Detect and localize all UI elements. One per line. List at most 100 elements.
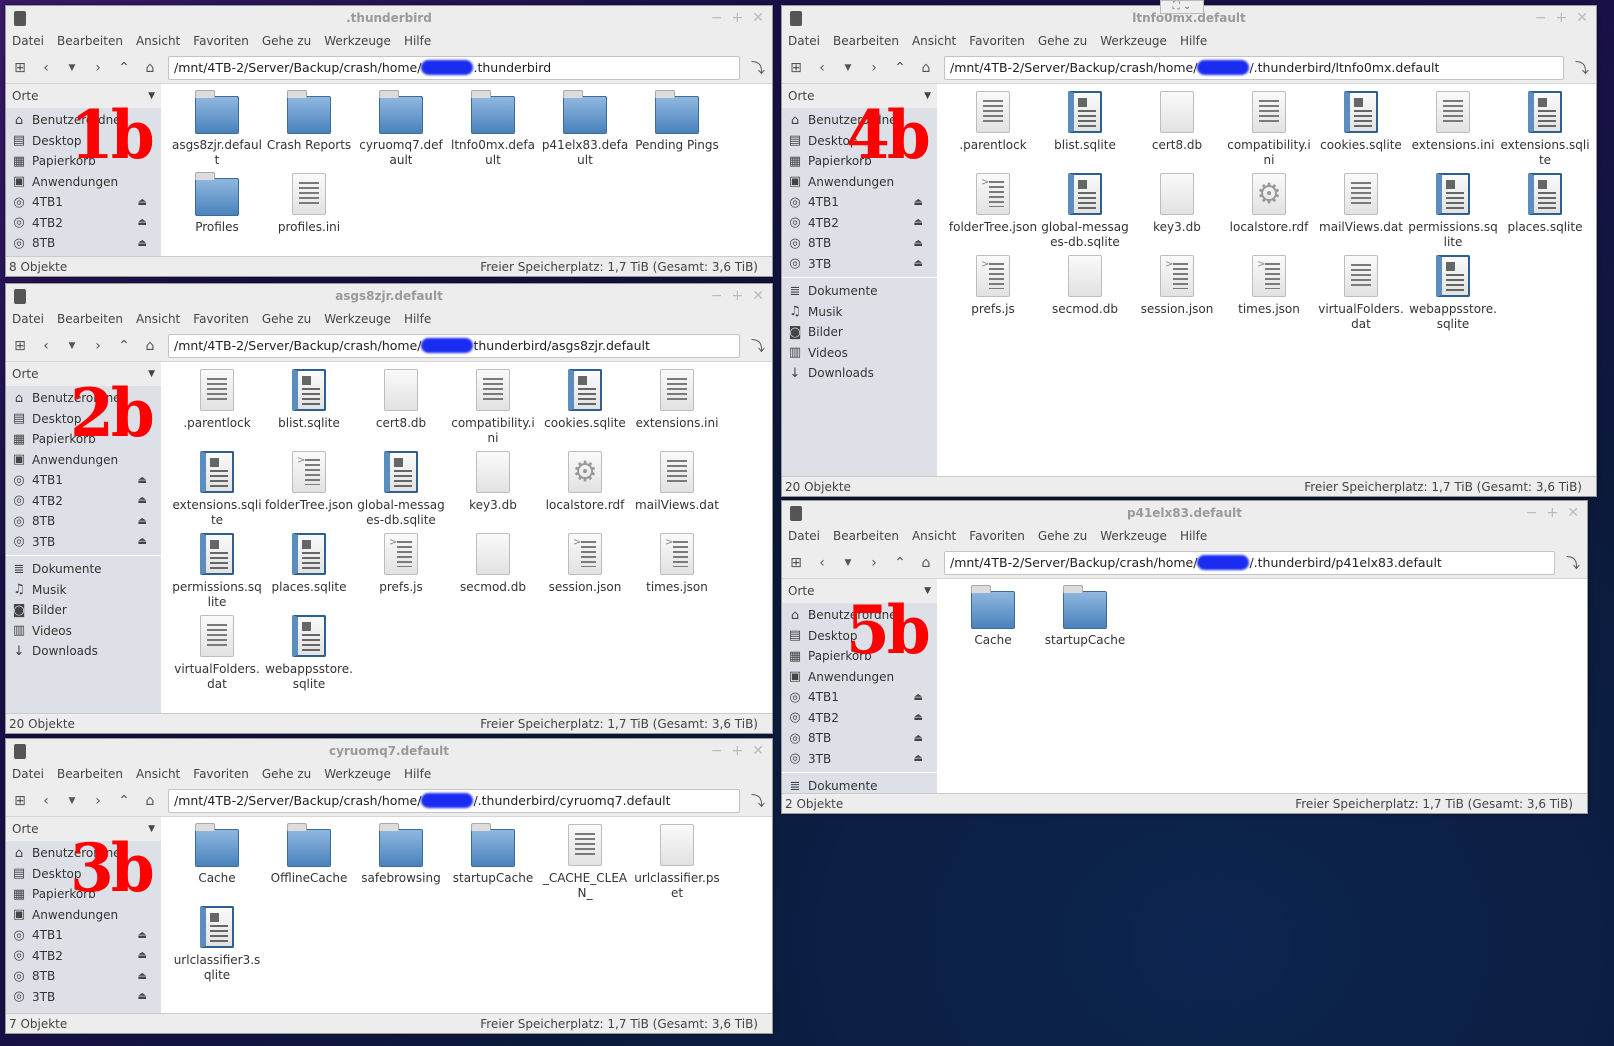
forward-icon[interactable]: › [90, 793, 106, 809]
menu-favoriten[interactable]: Favoriten [193, 767, 249, 781]
minimize-button[interactable]: − [1526, 505, 1538, 521]
close-button[interactable]: ✕ [1576, 10, 1588, 26]
sidebar-item-3tb[interactable]: ◎ 3TB ⏏ [6, 532, 161, 553]
eject-icon[interactable]: ⏏ [138, 217, 147, 228]
sidebar-item-downloads[interactable]: ↓ Downloads [6, 641, 161, 662]
file-item[interactable]: _CACHE_CLEAN_ [539, 823, 631, 901]
sidebar-item-papierkorb[interactable]: ▦ Papierkorb [6, 429, 161, 450]
file-item[interactable]: ltnfo0mx.default [447, 90, 539, 168]
back-icon[interactable]: ‹ [38, 60, 54, 76]
sidebar-item-4tb2[interactable]: ◎ 4TB2 ⏏ [6, 491, 161, 512]
menu-hilfe[interactable]: Hilfe [404, 312, 431, 326]
minimize-button[interactable]: − [711, 743, 723, 759]
sidebar-item-4tb1[interactable]: ◎ 4TB1 ⏏ [6, 925, 161, 946]
maximize-button[interactable]: + [1547, 505, 1559, 521]
eject-icon[interactable]: ⏏ [138, 930, 147, 941]
sidebar-item-3tb[interactable]: ◎ 3TB ⏏ [782, 749, 937, 770]
menu-ansicht[interactable]: Ansicht [136, 767, 180, 781]
menu-werkzeuge[interactable]: Werkzeuge [1100, 529, 1167, 543]
places-list[interactable]: ⌂ Benutzerordner ▤ Desktop ▦ Papierkorb … [782, 108, 937, 476]
menu-gehe-zu[interactable]: Gehe zu [262, 767, 311, 781]
eject-icon[interactable]: ⏏ [138, 950, 147, 961]
file-item[interactable]: extensions.sqlite [171, 450, 263, 528]
minimize-button[interactable]: − [711, 288, 723, 304]
sidebar-item-papierkorb[interactable]: ▦ Papierkorb [782, 151, 937, 172]
menu-gehe-zu[interactable]: Gehe zu [262, 312, 311, 326]
sidebar-item-anwendungen[interactable]: ▣ Anwendungen [782, 172, 937, 193]
file-item[interactable]: key3.db [447, 450, 539, 528]
file-item[interactable]: session.json [1131, 254, 1223, 332]
file-item[interactable]: Pending Pings [631, 90, 723, 168]
file-item[interactable]: extensions.sqlite [1499, 90, 1591, 168]
eject-icon[interactable]: ⏏ [138, 495, 147, 506]
sidebar-item-dokumente[interactable]: ≣ Dokumente [782, 776, 937, 793]
path-bar[interactable]: /mnt/4TB-2/Server/Backup/crash/home/thun… [168, 333, 740, 358]
eject-icon[interactable]: ⏏ [138, 197, 147, 208]
menu-hilfe[interactable]: Hilfe [404, 34, 431, 48]
menu-datei[interactable]: Datei [12, 34, 44, 48]
new-tab-icon[interactable]: ⊞ [788, 555, 804, 571]
file-item[interactable]: session.json [539, 532, 631, 610]
sidebar-item-desktop[interactable]: ▤ Desktop [6, 409, 161, 430]
file-item[interactable]: compatibility.ini [447, 368, 539, 446]
menu-favoriten[interactable]: Favoriten [969, 34, 1025, 48]
sidebar-item-4tb2[interactable]: ◎ 4TB2 ⏏ [782, 213, 937, 234]
new-tab-icon[interactable]: ⊞ [788, 60, 804, 76]
path-bar[interactable]: /mnt/4TB-2/Server/Backup/crash/home/ /.th… [168, 788, 740, 813]
forward-icon[interactable]: › [866, 555, 882, 571]
file-item[interactable]: compatibility.ini [1223, 90, 1315, 168]
file-item[interactable]: extensions.ini [631, 368, 723, 446]
sidebar-item-benutzerordner[interactable]: ⌂ Benutzerordner [782, 110, 937, 131]
sidebar-item-3tb[interactable]: ◎ 3TB ⏏ [6, 987, 161, 1008]
path-bar[interactable]: /mnt/4TB-2/Server/Backup/crash/home/ /.th… [944, 55, 1564, 80]
file-item[interactable]: places.sqlite [1499, 172, 1591, 250]
file-item[interactable]: mailViews.dat [1315, 172, 1407, 250]
file-item[interactable]: ⚙ localstore.rdf [539, 450, 631, 528]
eject-icon[interactable]: ⏏ [914, 733, 923, 744]
sidebar-item-dokumente[interactable]: ≣ Dokumente [6, 559, 161, 580]
places-list[interactable]: ⌂ Benutzerordner ▤ Desktop ▦ Papierkorb … [6, 108, 161, 256]
sidebar-item-musik[interactable]: ♫ Musik [782, 302, 937, 323]
forward-icon[interactable]: › [866, 60, 882, 76]
back-icon[interactable]: ‹ [814, 555, 830, 571]
file-item[interactable]: blist.sqlite [263, 368, 355, 446]
places-list[interactable]: ⌂ Benutzerordner ▤ Desktop ▦ Papierkorb … [6, 386, 161, 713]
eject-icon[interactable]: ⏏ [138, 475, 147, 486]
back-icon[interactable]: ‹ [38, 338, 54, 354]
file-item[interactable]: times.json [1223, 254, 1315, 332]
menu-favoriten[interactable]: Favoriten [193, 312, 249, 326]
up-icon[interactable]: ⌃ [116, 60, 132, 76]
places-dropdown[interactable]: Orte ▼ [782, 579, 937, 603]
file-item[interactable]: times.json [631, 532, 723, 610]
menu-hilfe[interactable]: Hilfe [1180, 34, 1207, 48]
file-item[interactable]: Cache [947, 585, 1039, 648]
file-item[interactable]: startupCache [1039, 585, 1131, 648]
maximize-button[interactable]: + [1556, 10, 1568, 26]
eject-icon[interactable]: ⏏ [138, 516, 147, 527]
path-bar[interactable]: /mnt/4TB-2/Server/Backup/crash/home/ /.th… [944, 550, 1555, 575]
go-icon[interactable]: ⤵ [750, 336, 766, 356]
eject-icon[interactable]: ⏏ [914, 258, 923, 269]
places-dropdown[interactable]: Orte ▼ [6, 362, 161, 386]
places-list[interactable]: ⌂ Benutzerordner ▤ Desktop ▦ Papierkorb … [782, 603, 937, 793]
sidebar-item-anwendungen[interactable]: ▣ Anwendungen [782, 667, 937, 688]
file-item[interactable]: startupCache [447, 823, 539, 901]
sidebar-item-benutzerordner[interactable]: ⌂ Benutzerordner [782, 605, 937, 626]
sidebar-item-8tb[interactable]: ◎ 8TB ⏏ [6, 511, 161, 532]
file-item[interactable]: folderTree.json [263, 450, 355, 528]
file-item[interactable]: Cache [171, 823, 263, 901]
maximize-button[interactable]: + [732, 743, 744, 759]
history-dropdown-icon[interactable]: ▼ [64, 63, 80, 73]
home-icon[interactable]: ⌂ [142, 338, 158, 354]
back-icon[interactable]: ‹ [38, 793, 54, 809]
file-item[interactable]: places.sqlite [263, 532, 355, 610]
close-button[interactable]: ✕ [752, 288, 764, 304]
sidebar-item-8tb[interactable]: ◎ 8TB ⏏ [6, 966, 161, 987]
title-bar[interactable]: .thunderbird − + ✕ [6, 6, 772, 30]
sidebar-item-desktop[interactable]: ▤ Desktop [782, 131, 937, 152]
sidebar-item-8tb[interactable]: ◎ 8TB ⏏ [6, 233, 161, 254]
sidebar-item-anwendungen[interactable]: ▣ Anwendungen [6, 450, 161, 471]
sidebar-item-desktop[interactable]: ▤ Desktop [6, 864, 161, 885]
eject-icon[interactable]: ⏏ [914, 238, 923, 249]
file-item[interactable]: urlclassifier3.sqlite [171, 905, 263, 983]
